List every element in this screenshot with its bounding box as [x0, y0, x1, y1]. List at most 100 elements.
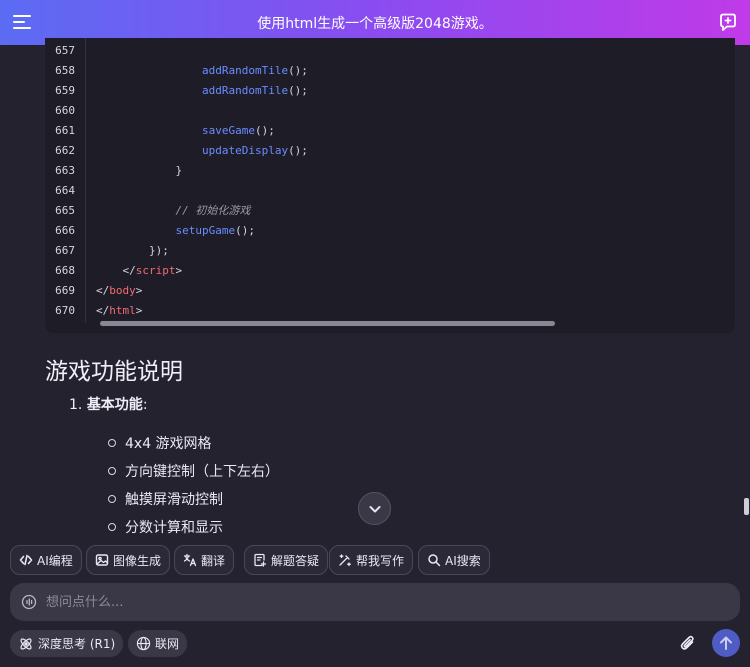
- solve-questions-button[interactable]: 解题答疑: [244, 545, 329, 575]
- globe-icon: [136, 636, 151, 651]
- bullet-text: 触摸屏滑动控制: [125, 492, 223, 508]
- code-text: </script>: [96, 261, 183, 281]
- bullet-item: 分数计算和显示: [108, 514, 223, 542]
- bullet-dot: [108, 467, 116, 475]
- code-token: addRandomTile: [201, 84, 289, 97]
- line-number: 665: [55, 204, 75, 217]
- line-number: 666: [55, 224, 75, 237]
- line-number: 660: [55, 104, 75, 117]
- line-number: 662: [55, 144, 75, 157]
- atom-icon: [20, 637, 32, 650]
- vertical-scrollbar[interactable]: [744, 498, 749, 515]
- image-generation-label: 图像生成: [113, 553, 162, 568]
- bullet-item: 方向键控制（上下左右）: [108, 458, 279, 486]
- search-icon: [428, 554, 441, 567]
- deep-think-toggle[interactable]: 深度思考 (R1): [10, 630, 124, 657]
- code-text: </html>: [96, 301, 142, 321]
- code-line: 668 </script>: [45, 261, 735, 281]
- code-token: ();: [288, 84, 308, 97]
- code-block: 657 658 addRandomTile(); 659 addRandomTile…: [45, 38, 735, 333]
- code-token: ();: [288, 144, 308, 157]
- code-text: }: [96, 161, 182, 181]
- code-line: 670 </html>: [45, 301, 735, 321]
- line-number: 664: [55, 184, 75, 197]
- web-search-toggle[interactable]: 联网: [128, 630, 188, 657]
- code-token: body: [109, 284, 136, 297]
- web-search-label: 联网: [155, 637, 180, 651]
- voice-input-icon[interactable]: [21, 594, 37, 610]
- code-token: ();: [288, 64, 308, 77]
- chevron-down-icon: [369, 505, 380, 512]
- code-token: >: [175, 264, 183, 277]
- code-line: 663 }: [45, 161, 735, 181]
- line-number: 658: [55, 64, 75, 77]
- code-token: setupGame: [175, 224, 236, 237]
- code-line: 664: [45, 181, 735, 201]
- send-button[interactable]: [712, 629, 740, 657]
- solve-icon: [254, 553, 267, 567]
- line-number: 661: [55, 124, 75, 137]
- line-number: 670: [55, 304, 75, 317]
- pen-sparkle-icon: [339, 554, 351, 567]
- code-token: </: [96, 304, 110, 317]
- code-token: addRandomTile: [201, 64, 289, 77]
- code-text: </body>: [96, 281, 142, 301]
- paperclip-icon[interactable]: [678, 633, 698, 653]
- code-horizontal-scrollbar[interactable]: [100, 321, 555, 326]
- writing-help-button[interactable]: 帮我写作: [329, 545, 414, 575]
- code-text: addRandomTile();: [96, 81, 308, 101]
- code-token: >: [135, 284, 143, 297]
- solve-questions-label: 解题答疑: [271, 553, 320, 568]
- list-item-title: 基本功能: [86, 397, 143, 413]
- ai-search-button[interactable]: AI搜索: [418, 545, 490, 575]
- bullet-item: 4x4 游戏网格: [108, 430, 212, 458]
- arrow-up-icon: [720, 636, 732, 650]
- code-line: 669 </body>: [45, 281, 735, 301]
- line-number: 667: [55, 244, 75, 257]
- section-title: 游戏功能说明: [45, 359, 183, 385]
- message-input[interactable]: [46, 583, 726, 621]
- code-icon: [19, 554, 33, 566]
- ai-search-label: AI搜索: [445, 553, 481, 568]
- code-token: html: [109, 304, 136, 317]
- code-token: </: [96, 284, 110, 297]
- translate-button[interactable]: 翻译: [174, 545, 235, 575]
- code-line: 657: [45, 41, 735, 61]
- code-token: </: [122, 264, 136, 277]
- scroll-to-bottom-button[interactable]: [358, 492, 391, 525]
- code-token: // 初始化游戏: [175, 204, 251, 217]
- code-text: updateDisplay();: [96, 141, 308, 161]
- image-icon: [95, 554, 109, 566]
- bullet-text: 方向键控制（上下左右）: [125, 464, 279, 480]
- bullet-dot: [108, 439, 116, 447]
- menu-icon[interactable]: [13, 13, 33, 31]
- code-token: >: [135, 304, 143, 317]
- code-token: });: [148, 244, 169, 257]
- ai-coding-label: AI编程: [37, 553, 73, 568]
- code-line: 661 saveGame();: [45, 121, 735, 141]
- line-number: 669: [55, 284, 75, 297]
- image-generation-button[interactable]: 图像生成: [86, 545, 171, 575]
- code-line: 658 addRandomTile();: [45, 61, 735, 81]
- code-token: ();: [254, 124, 275, 137]
- code-text: // 初始化游戏: [96, 201, 250, 221]
- code-text: setupGame();: [96, 221, 254, 241]
- translate-icon: [183, 553, 197, 567]
- code-line: 666 setupGame();: [45, 221, 735, 241]
- list-item-basic-features: 1. 基本功能:: [69, 394, 148, 414]
- code-line: 659 addRandomTile();: [45, 81, 735, 101]
- code-line: 660: [45, 101, 735, 121]
- code-token: }: [175, 164, 183, 177]
- code-text: addRandomTile();: [96, 61, 308, 81]
- chat-title: 使用html生成一个高级版2048游戏。: [257, 15, 493, 32]
- bullet-text: 分数计算和显示: [125, 520, 223, 536]
- ai-coding-button[interactable]: AI编程: [10, 545, 82, 575]
- code-token: script: [135, 264, 176, 277]
- code-token: updateDisplay: [201, 144, 289, 157]
- bullet-dot: [108, 495, 116, 503]
- bullet-dot: [108, 523, 116, 531]
- translate-label: 翻译: [201, 553, 226, 568]
- new-chat-icon[interactable]: [718, 12, 738, 32]
- line-number: 663: [55, 164, 75, 177]
- message-input-box: [10, 583, 740, 621]
